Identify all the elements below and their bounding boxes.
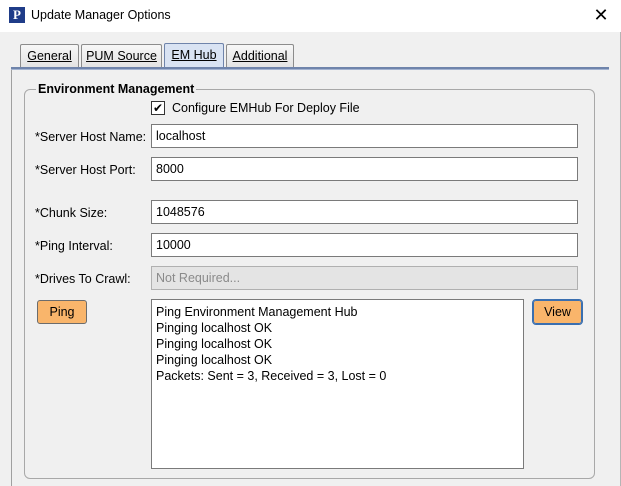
drives-to-crawl-label: *Drives To Crawl: <box>35 272 131 286</box>
server-host-port-input[interactable]: 8000 <box>151 157 578 181</box>
tab-em-hub[interactable]: EM Hub <box>164 43 224 68</box>
group-title: Environment Management <box>36 82 197 96</box>
tab-label: PUM Source <box>86 49 157 63</box>
tab-label: Additional <box>232 49 288 63</box>
app-logo-icon: P <box>9 7 25 23</box>
close-icon: ✕ <box>593 5 609 25</box>
ping-output-log[interactable]: Ping Environment Management Hub Pinging … <box>151 299 524 469</box>
configure-emhub-checkbox[interactable]: ✔ <box>151 101 165 115</box>
server-host-port-label: *Server Host Port: <box>35 163 136 177</box>
ping-interval-label: *Ping Interval: <box>35 239 113 253</box>
output-line: Pinging localhost OK <box>156 337 273 351</box>
server-host-name-input[interactable]: localhost <box>151 124 578 148</box>
output-line: Packets: Sent = 3, Received = 3, Lost = … <box>156 369 387 383</box>
tab-label: General <box>27 49 72 63</box>
output-line: Ping Environment Management Hub <box>156 305 358 319</box>
output-line: Pinging localhost OK <box>156 353 273 367</box>
view-button[interactable]: View <box>532 299 583 325</box>
window-title: Update Manager Options <box>31 8 171 22</box>
chunk-size-input[interactable]: 1048576 <box>151 200 578 224</box>
tab-additional[interactable]: Additional <box>226 44 294 67</box>
chunk-size-label: *Chunk Size: <box>35 206 108 220</box>
close-button[interactable]: ✕ <box>581 0 621 32</box>
ping-interval-input[interactable]: 10000 <box>151 233 578 257</box>
tab-pum-source[interactable]: PUM Source <box>81 44 162 67</box>
ping-button[interactable]: Ping <box>37 300 87 324</box>
title-bar: P Update Manager Options ✕ <box>0 0 621 32</box>
tab-general[interactable]: General <box>20 44 79 67</box>
configure-emhub-label: Configure EMHub For Deploy File <box>172 101 360 115</box>
tab-label: EM Hub <box>171 48 217 62</box>
drives-to-crawl-input: Not Required... <box>151 266 578 290</box>
server-host-name-label: *Server Host Name: <box>35 130 147 144</box>
output-line: Pinging localhost OK <box>156 321 273 335</box>
